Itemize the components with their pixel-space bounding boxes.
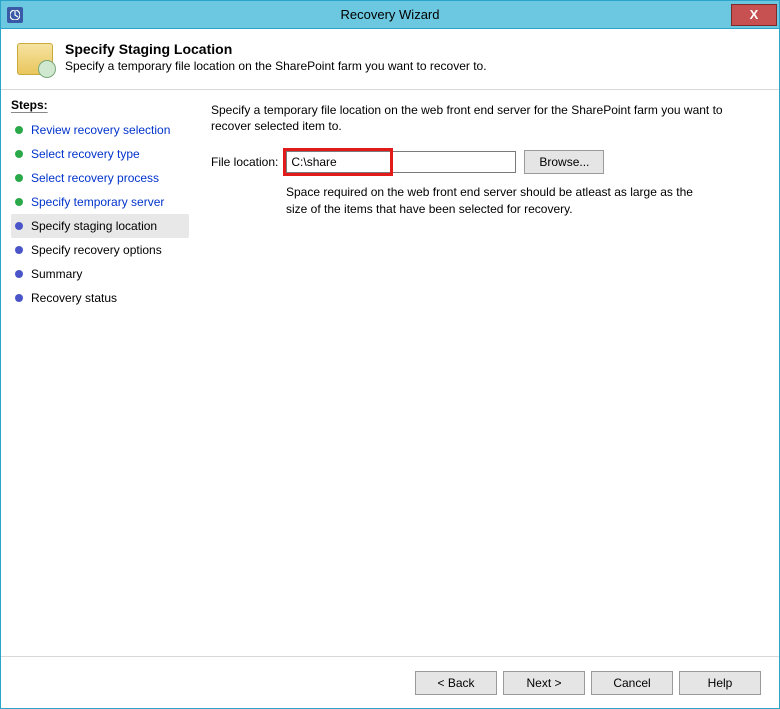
staging-folder-icon bbox=[17, 43, 53, 75]
step-review-recovery-selection[interactable]: Review recovery selection bbox=[11, 118, 189, 142]
close-button[interactable]: X bbox=[731, 4, 777, 26]
step-specify-recovery-options[interactable]: Specify recovery options bbox=[11, 238, 189, 262]
step-bullet-icon bbox=[15, 150, 23, 158]
steps-sidebar: Steps: Review recovery selection Select … bbox=[1, 90, 193, 656]
recovery-wizard-window: Recovery Wizard X Specify Staging Locati… bbox=[0, 0, 780, 709]
instruction-text: Specify a temporary file location on the… bbox=[211, 102, 761, 134]
steps-heading: Steps: bbox=[11, 98, 189, 112]
file-location-input-wrap bbox=[286, 151, 516, 173]
step-bullet-icon bbox=[15, 294, 23, 302]
window-title: Recovery Wizard bbox=[1, 7, 779, 22]
step-label: Specify recovery options bbox=[31, 243, 162, 257]
file-location-input[interactable] bbox=[286, 151, 516, 173]
body-area: Steps: Review recovery selection Select … bbox=[1, 90, 779, 656]
next-button[interactable]: Next > bbox=[503, 671, 585, 695]
step-select-recovery-process[interactable]: Select recovery process bbox=[11, 166, 189, 190]
app-icon bbox=[7, 7, 23, 23]
wizard-footer: < Back Next > Cancel Help bbox=[1, 656, 779, 708]
step-label: Recovery status bbox=[31, 291, 117, 305]
page-header-text: Specify Staging Location Specify a tempo… bbox=[65, 41, 487, 73]
cancel-button[interactable]: Cancel bbox=[591, 671, 673, 695]
step-recovery-status[interactable]: Recovery status bbox=[11, 286, 189, 310]
step-bullet-icon bbox=[15, 174, 23, 182]
step-specify-staging-location[interactable]: Specify staging location bbox=[11, 214, 189, 238]
step-specify-temporary-server[interactable]: Specify temporary server bbox=[11, 190, 189, 214]
step-bullet-icon bbox=[15, 198, 23, 206]
titlebar: Recovery Wizard X bbox=[1, 1, 779, 29]
step-label: Specify staging location bbox=[31, 219, 157, 233]
back-button[interactable]: < Back bbox=[415, 671, 497, 695]
file-location-row: File location: Browse... bbox=[211, 150, 761, 174]
space-required-note: Space required on the web front end serv… bbox=[286, 184, 716, 216]
step-summary[interactable]: Summary bbox=[11, 262, 189, 286]
main-pane: Specify a temporary file location on the… bbox=[193, 90, 779, 656]
step-bullet-icon bbox=[15, 222, 23, 230]
browse-button[interactable]: Browse... bbox=[524, 150, 604, 174]
step-label: Review recovery selection bbox=[31, 123, 170, 137]
step-select-recovery-type[interactable]: Select recovery type bbox=[11, 142, 189, 166]
page-title: Specify Staging Location bbox=[65, 41, 487, 57]
step-bullet-icon bbox=[15, 126, 23, 134]
step-label: Summary bbox=[31, 267, 82, 281]
file-location-label: File location: bbox=[211, 155, 278, 169]
page-subtitle: Specify a temporary file location on the… bbox=[65, 59, 487, 73]
page-header: Specify Staging Location Specify a tempo… bbox=[1, 29, 779, 90]
help-button[interactable]: Help bbox=[679, 671, 761, 695]
step-bullet-icon bbox=[15, 246, 23, 254]
step-bullet-icon bbox=[15, 270, 23, 278]
step-label: Specify temporary server bbox=[31, 195, 164, 209]
step-label: Select recovery process bbox=[31, 171, 159, 185]
step-label: Select recovery type bbox=[31, 147, 140, 161]
